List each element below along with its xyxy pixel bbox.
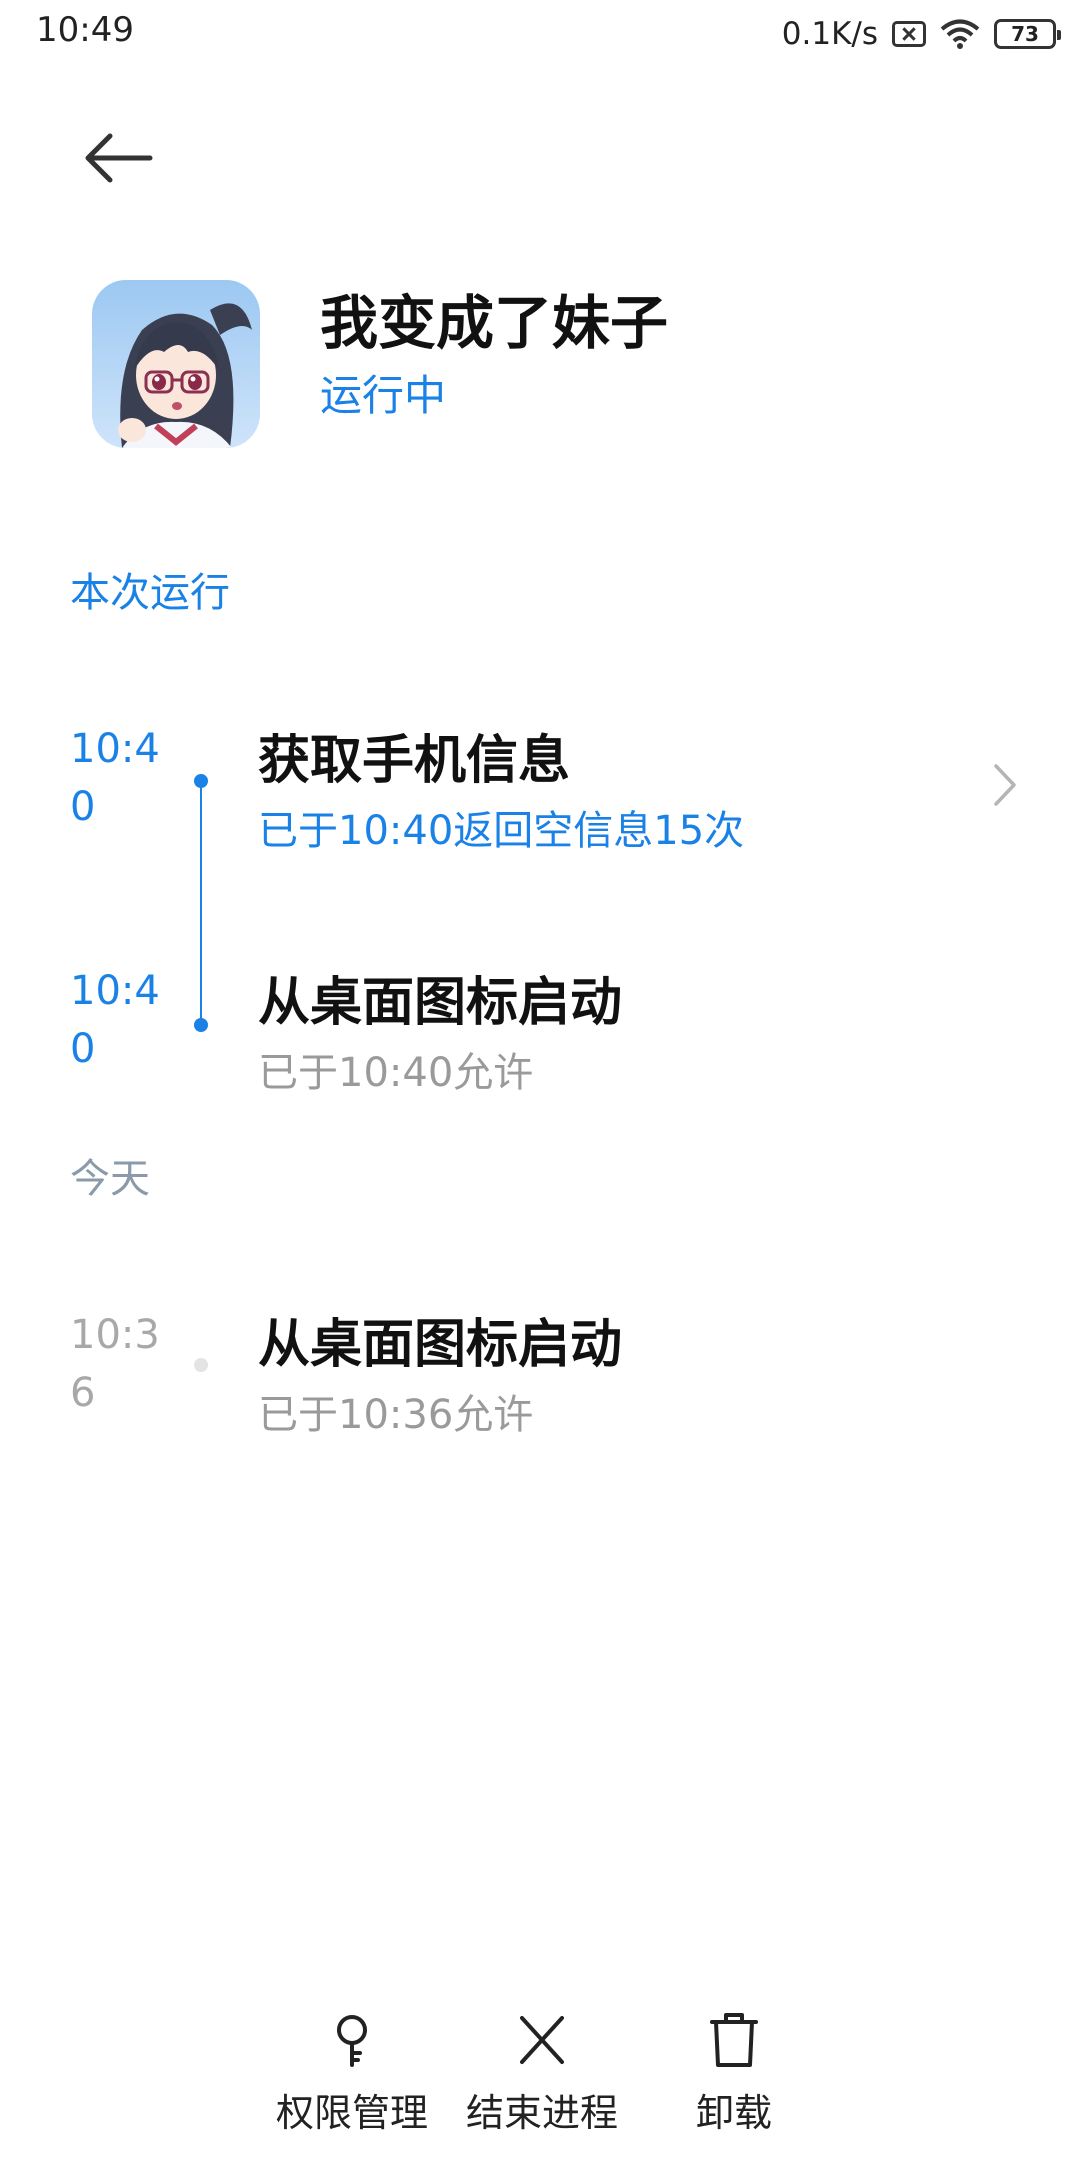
event-title: 从桌面图标启动 — [258, 973, 623, 1033]
status-time: 10:49 — [36, 10, 134, 50]
event-detail: 已于10:40返回空信息15次 — [258, 808, 745, 854]
close-icon — [520, 2016, 564, 2064]
chevron-right-icon — [994, 764, 1016, 806]
app-name: 我变成了妹子 — [320, 289, 669, 357]
status-icons: 0.1K/s 73 — [781, 10, 1061, 58]
section-today: 今天 — [70, 1156, 150, 1202]
bottom-action-bar: 权限管理 结束进程 卸载 — [0, 2010, 1080, 2150]
event-title: 获取手机信息 — [258, 731, 571, 791]
timeline-line — [200, 780, 202, 1026]
network-speed: 0.1K/s — [781, 16, 878, 52]
end-process-button[interactable]: 结束进程 — [452, 2010, 632, 2137]
status-bar: 10:49 0.1K/s 73 — [0, 0, 1080, 70]
event-time: 10:40 — [70, 726, 160, 830]
no-sim-icon — [892, 21, 926, 47]
event-time: 10:40 — [70, 968, 160, 1072]
permissions-label: 权限管理 — [275, 2091, 428, 2135]
wifi-icon — [940, 19, 980, 49]
event-detail: 已于10:36允许 — [258, 1392, 534, 1438]
event-title: 从桌面图标启动 — [258, 1315, 623, 1375]
event-time: 10:36 — [70, 1312, 160, 1416]
timeline-dot — [194, 1358, 208, 1372]
key-icon — [337, 2015, 367, 2067]
app-icon — [92, 280, 260, 448]
permissions-button[interactable]: 权限管理 — [262, 2010, 442, 2137]
app-status: 运行中 — [320, 371, 447, 420]
timeline-dot — [194, 1018, 208, 1032]
uninstall-button[interactable]: 卸载 — [644, 2010, 824, 2137]
uninstall-label: 卸载 — [695, 2091, 772, 2135]
event-detail: 已于10:40允许 — [258, 1050, 534, 1096]
back-arrow-icon — [85, 133, 153, 183]
trash-icon — [710, 2013, 758, 2067]
back-button[interactable] — [80, 128, 156, 188]
battery-icon: 73 — [994, 19, 1061, 49]
section-current-run: 本次运行 — [70, 570, 230, 616]
timeline-dot — [194, 774, 208, 788]
battery-level: 73 — [1011, 22, 1039, 46]
end-process-label: 结束进程 — [465, 2091, 618, 2135]
